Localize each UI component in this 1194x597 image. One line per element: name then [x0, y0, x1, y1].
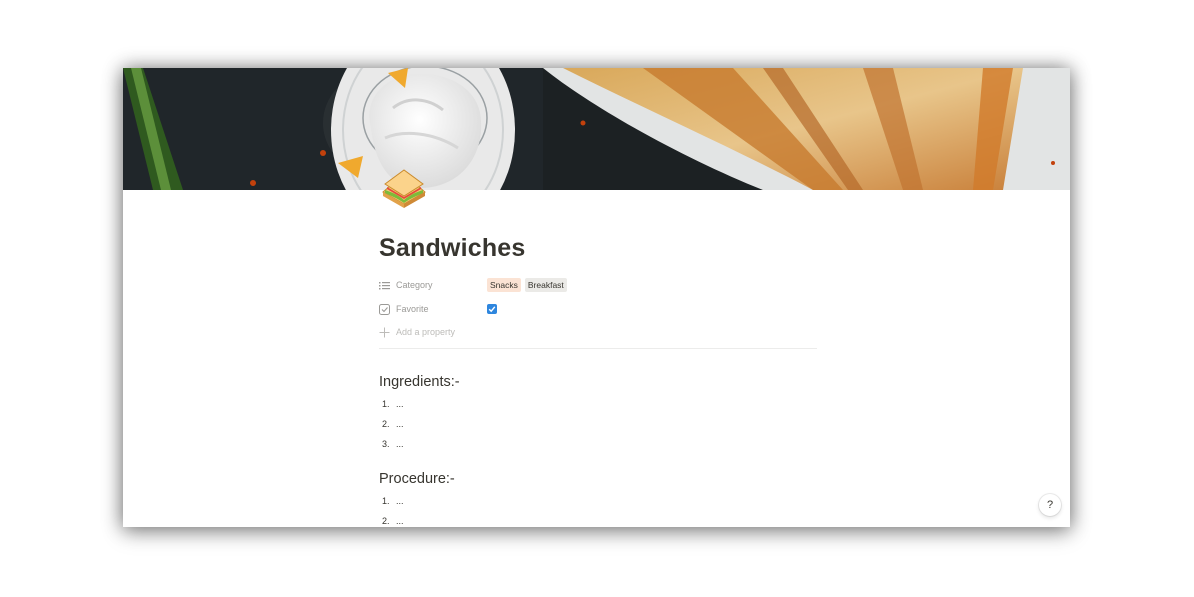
list-text: ... [396, 419, 404, 429]
list-text: ... [396, 516, 404, 526]
notion-page-window: Sandwiches Category Snacks Breakfast Fav… [123, 68, 1070, 527]
list-number: 1. [382, 496, 390, 506]
list-number: 3. [382, 439, 390, 449]
checkbox-property-icon [379, 303, 390, 315]
add-property-label: Add a property [396, 327, 456, 337]
property-name-category[interactable]: Category [379, 280, 487, 291]
plus-icon [379, 327, 390, 338]
list-text: ... [396, 439, 404, 449]
add-property-content: Add a property [379, 327, 455, 338]
tag-breakfast[interactable]: Breakfast [524, 278, 567, 292]
property-row-favorite[interactable]: Favorite [379, 300, 497, 318]
list-number: 2. [382, 516, 390, 526]
help-button[interactable]: ? [1039, 494, 1061, 516]
add-property-button[interactable]: Add a property [379, 323, 455, 341]
heading-procedure[interactable]: Procedure:- [379, 471, 455, 487]
cover-image[interactable] [123, 68, 1070, 190]
list-number: 1. [382, 399, 390, 409]
list-item[interactable]: 1. ... [382, 399, 404, 409]
list-item[interactable]: 3. ... [382, 439, 404, 449]
tag-snacks[interactable]: Snacks [487, 278, 521, 292]
favorite-checkbox[interactable] [487, 304, 497, 314]
property-label: Favorite [396, 304, 429, 314]
properties-divider [379, 348, 817, 349]
list-icon [379, 280, 390, 291]
list-item[interactable]: 1. ... [382, 496, 404, 506]
list-item[interactable]: 2. ... [382, 419, 404, 429]
list-item[interactable]: 2. ... [382, 516, 404, 526]
sandwich-emoji-icon[interactable] [379, 166, 429, 212]
page-title[interactable]: Sandwiches [379, 234, 526, 263]
list-text: ... [396, 399, 404, 409]
property-row-category[interactable]: Category Snacks Breakfast [379, 276, 571, 294]
heading-ingredients[interactable]: Ingredients:- [379, 374, 460, 390]
list-text: ... [396, 496, 404, 506]
property-label: Category [396, 280, 433, 290]
list-number: 2. [382, 419, 390, 429]
property-name-favorite[interactable]: Favorite [379, 303, 487, 315]
